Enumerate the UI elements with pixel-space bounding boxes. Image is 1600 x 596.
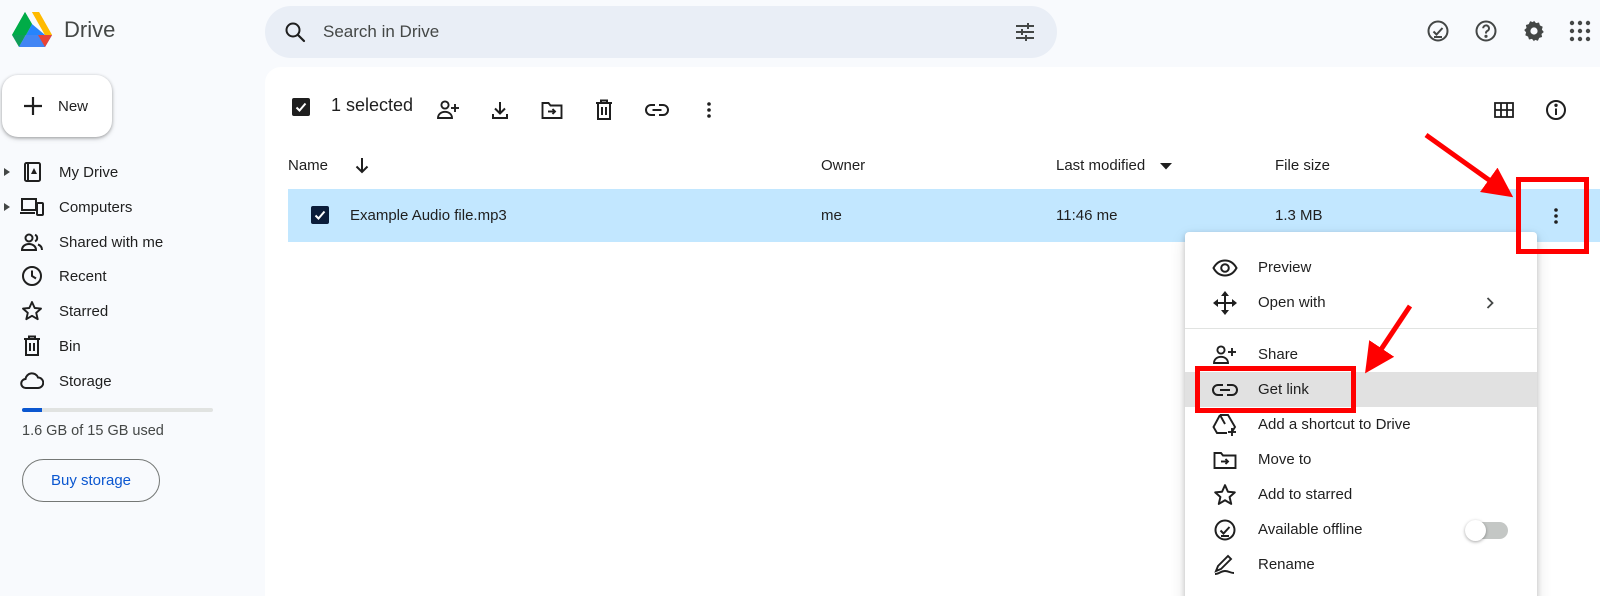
annotation-arrows — [1365, 132, 1514, 374]
annotation-arrow-to-get-link — [1365, 304, 1413, 374]
annotation-arrow-to-more — [1424, 132, 1514, 198]
